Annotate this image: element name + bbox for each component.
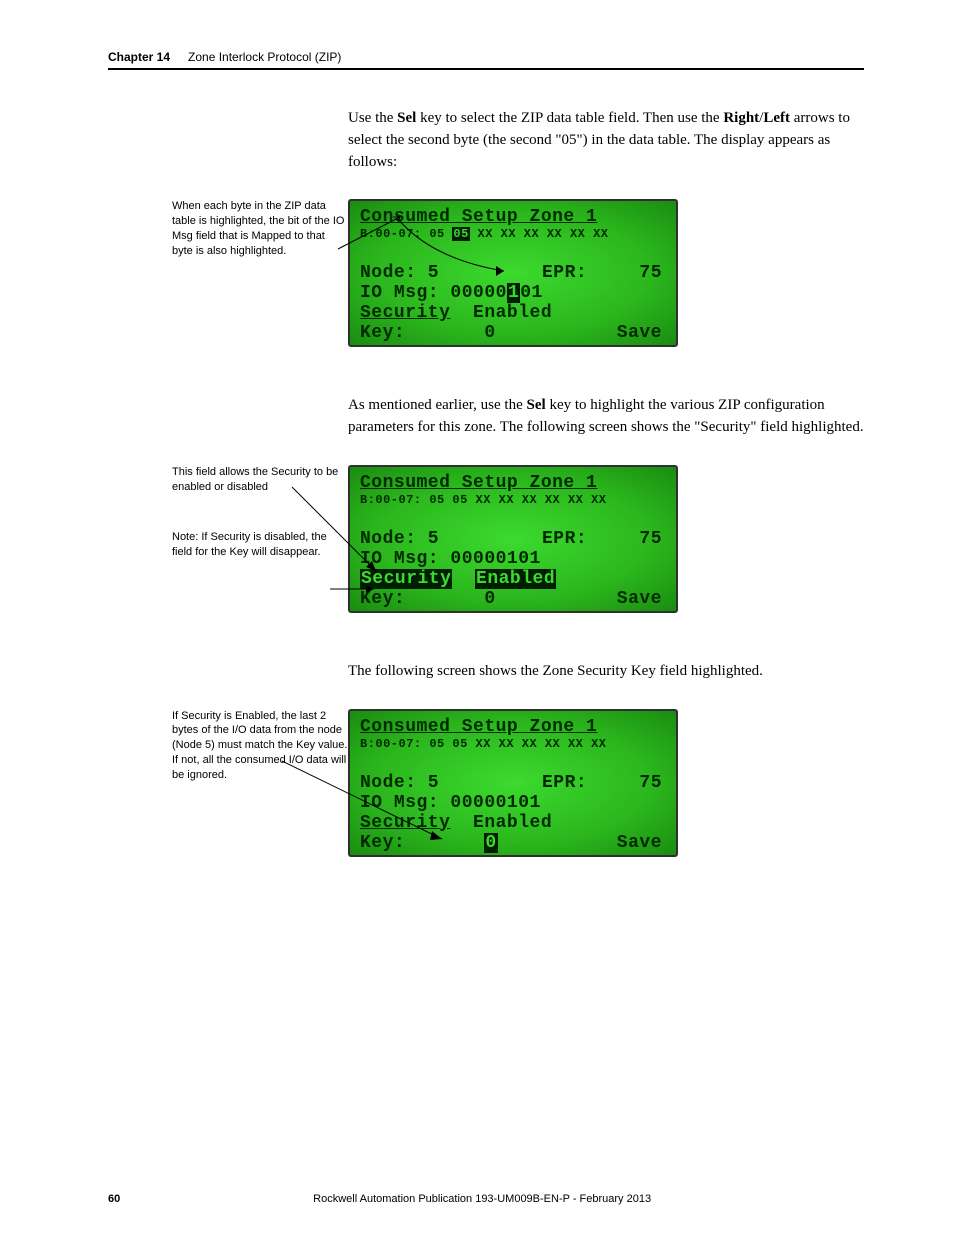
lcd-security-row: Security Enabled [360,303,666,323]
lcd-title: Consumed Setup Zone 1 [360,473,666,493]
page-header: Chapter 14 Zone Interlock Protocol (ZIP) [108,50,864,64]
lcd-node-row: Node: 5EPR:75 [360,773,666,793]
lcd-byte-row: B:00-07: 05 05 XX XX XX XX XX XX [360,227,666,241]
fig2-callout-1: This field allows the Security to be ena… [172,465,348,495]
lcd-screen-2: Consumed Setup Zone 1 B:00-07: 05 05 XX … [348,465,678,613]
lcd-security-row: Security Enabled [360,813,666,833]
lcd-security-row: Security Enabled [360,569,666,589]
fig2-callout-2: Note: If Security is disabled, the field… [172,530,348,560]
chapter-number: Chapter 14 [108,50,170,64]
figure-2: This field allows the Security to be ena… [348,465,864,613]
lcd-key-row: Key: 0Save [360,833,666,853]
page-footer: 60 Rockwell Automation Publication 193-U… [108,1193,864,1205]
fig3-callout-1: If Security is Enabled, the last 2 bytes… [172,709,348,783]
fig1-callout-1: When each byte in the ZIP data table is … [172,199,348,258]
lcd-key-row: Key: 0Save [360,323,666,343]
paragraph-2: As mentioned earlier, use the Sel key to… [348,395,864,439]
chapter-title: Zone Interlock Protocol (ZIP) [188,50,341,64]
lcd-iomsg-row: IO Msg: 00000101 [360,793,666,813]
paragraph-1: Use the Sel key to select the ZIP data t… [348,108,864,173]
header-rule [108,68,864,70]
figure-1: When each byte in the ZIP data table is … [348,199,864,347]
lcd-node-row: Node: 5EPR:75 [360,263,666,283]
figure-3: If Security is Enabled, the last 2 bytes… [348,709,864,857]
lcd-node-row: Node: 5EPR:75 [360,529,666,549]
page-number: 60 [108,1193,120,1205]
lcd-iomsg-row: IO Msg: 00000101 [360,283,666,303]
lcd-title: Consumed Setup Zone 1 [360,207,666,227]
lcd-iomsg-row: IO Msg: 00000101 [360,549,666,569]
publication-info: Rockwell Automation Publication 193-UM00… [120,1193,844,1205]
lcd-byte-row: B:00-07: 05 05 XX XX XX XX XX XX [360,737,666,751]
lcd-byte-row: B:00-07: 05 05 XX XX XX XX XX XX [360,493,666,507]
lcd-title: Consumed Setup Zone 1 [360,717,666,737]
lcd-screen-3: Consumed Setup Zone 1 B:00-07: 05 05 XX … [348,709,678,857]
lcd-screen-1: Consumed Setup Zone 1 B:00-07: 05 05 XX … [348,199,678,347]
lcd-key-row: Key: 0Save [360,589,666,609]
paragraph-3: The following screen shows the Zone Secu… [348,661,864,683]
